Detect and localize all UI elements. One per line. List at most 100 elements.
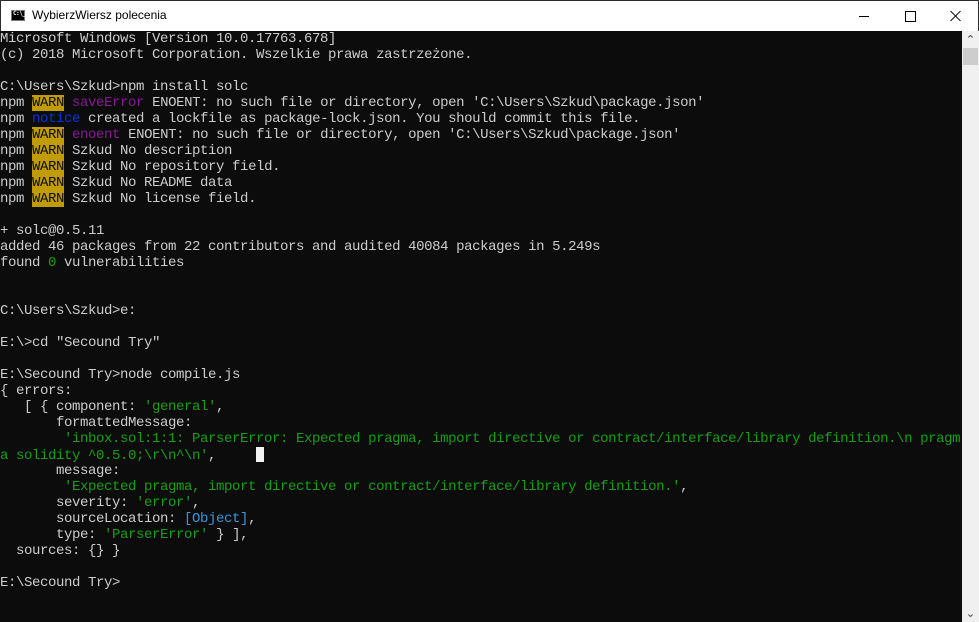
warn-badge: WARN: [32, 175, 65, 191]
console-text: npm: [0, 191, 33, 207]
console-line: message:: [0, 463, 962, 479]
console-line: sources: {} }: [0, 543, 962, 559]
console-icon: [11, 10, 25, 21]
warn-badge: WARN: [32, 191, 65, 207]
minimize-icon: [859, 15, 869, 17]
console-text: E:\Secound Try>node compile.js: [0, 367, 241, 383]
maximize-icon: [904, 10, 916, 22]
console-line: npm WARN enoent ENOENT: no such file or …: [0, 127, 962, 143]
console-text: added 46 packages from 22 contributors a…: [0, 239, 601, 255]
console-text: ,: [248, 511, 257, 527]
console-line: a solidity ^0.5.0;\r\n^\n',: [0, 447, 962, 464]
console-text: E:\>cd "Secound Try": [0, 335, 161, 351]
console-line: { errors:: [0, 383, 962, 399]
console-line: npm WARN saveError ENOENT: no such file …: [0, 95, 962, 111]
console-line: formattedMessage:: [0, 415, 962, 431]
console-text: Szkud No repository field.: [64, 159, 281, 175]
console-text: npm: [0, 95, 33, 111]
console-text: ,: [680, 479, 689, 495]
console-text: npm: [0, 159, 33, 175]
console-text: ,: [208, 448, 257, 464]
console-line: E:\>cd "Secound Try": [0, 335, 962, 351]
close-icon: [950, 10, 962, 22]
console-line: type: 'ParserError' } ],: [0, 527, 962, 543]
console-text: C:\Users\Szkud>e:: [0, 303, 137, 319]
console-text: + solc@0.5.11: [0, 223, 105, 239]
console-line: npm WARN Szkud No license field.: [0, 191, 962, 207]
console-text: ENOENT: no such file or directory, open …: [120, 127, 681, 143]
console-line: E:\Secound Try>node compile.js: [0, 367, 962, 383]
console-text: ,: [216, 399, 225, 415]
console-line: 'inbox.sol:1:1: ParserError: Expected pr…: [0, 431, 962, 447]
console-text: 'inbox.sol:1:1: ParserError: Expected pr…: [0, 431, 961, 447]
console-line: npm notice created a lockfile as package…: [0, 111, 962, 127]
console-line: found 0 vulnerabilities: [0, 255, 962, 271]
console-line: [ { component: 'general',: [0, 399, 962, 415]
console-text: 'ParserError': [104, 527, 209, 543]
console-line: npm WARN Szkud No README data: [0, 175, 962, 191]
window-title: WybierzWiersz polecenia: [32, 8, 167, 22]
console-text: ENOENT: no such file or directory, open …: [144, 95, 705, 111]
console-line: npm WARN Szkud No description: [0, 143, 962, 159]
scrollbar-thumb[interactable]: [963, 48, 978, 65]
console-text: [ { component:: [0, 399, 145, 415]
console-line: (c) 2018 Microsoft Corporation. Wszelkie…: [0, 47, 962, 63]
console-line: + solc@0.5.11: [0, 223, 962, 239]
warn-badge: WARN: [32, 143, 65, 159]
console-text: Szkud No README data: [64, 175, 233, 191]
warn-badge: WARN: [32, 127, 65, 143]
warn-badge: WARN: [32, 159, 65, 175]
console-text: 0: [48, 255, 57, 271]
console-text: found: [0, 255, 49, 271]
console-text: (c) 2018 Microsoft Corporation. Wszelkie…: [0, 47, 473, 63]
close-button[interactable]: [933, 1, 979, 31]
scroll-down-button[interactable]: ⌄: [962, 605, 979, 622]
console-text: a solidity ^0.5.0;\r\n^\n': [0, 448, 209, 464]
console-text: saveError: [72, 95, 145, 111]
warn-badge: WARN: [32, 95, 65, 111]
title-bar[interactable]: WybierzWiersz polecenia: [0, 0, 979, 31]
console-line: 'Expected pragma, import directive or co…: [0, 479, 962, 495]
console-text: Microsoft Windows [Version 10.0.17763.67…: [0, 31, 337, 47]
scroll-up-button[interactable]: ⌃: [962, 31, 979, 48]
console-text: npm: [0, 175, 33, 191]
console-line: sourceLocation: [Object],: [0, 511, 962, 527]
console-text: message:: [0, 463, 121, 479]
console-text: Szkud No description: [64, 143, 233, 159]
console-text: 'error': [136, 495, 193, 511]
console-line: E:\Secound Try>: [0, 575, 962, 591]
console-text: sources: {} }: [0, 543, 121, 559]
console-text: ,: [192, 495, 201, 511]
console-line: npm WARN Szkud No repository field.: [0, 159, 962, 175]
vertical-scrollbar[interactable]: ⌃ ⌄: [962, 31, 979, 622]
minimize-button[interactable]: [841, 1, 887, 31]
chevron-up-icon: ⌃: [965, 33, 976, 46]
console-text: 'Expected pragma, import directive or co…: [0, 479, 681, 495]
console-text: 'general': [144, 399, 217, 415]
console-text: created a lockfile as package-lock.json.…: [80, 111, 641, 127]
console-output[interactable]: Microsoft Windows [Version 10.0.17763.67…: [0, 31, 962, 622]
console-text: sourceLocation:: [0, 511, 185, 527]
maximize-button[interactable]: [887, 1, 933, 31]
console-line: C:\Users\Szkud>e:: [0, 303, 962, 319]
console-text: severity:: [0, 495, 137, 511]
console-line: added 46 packages from 22 contributors a…: [0, 239, 962, 255]
console-line: C:\Users\Szkud>npm install solc: [0, 79, 962, 95]
console-text: formattedMessage:: [0, 415, 193, 431]
console-text: [Object]: [184, 511, 249, 527]
console-text: notice: [32, 111, 81, 127]
console-text: vulnerabilities: [56, 255, 185, 271]
console-text: E:\Secound Try>: [0, 575, 121, 591]
chevron-down-icon: ⌄: [965, 607, 976, 620]
console-text: npm: [0, 127, 33, 143]
console-text: type:: [0, 527, 105, 543]
console-text: } ],: [208, 527, 249, 543]
